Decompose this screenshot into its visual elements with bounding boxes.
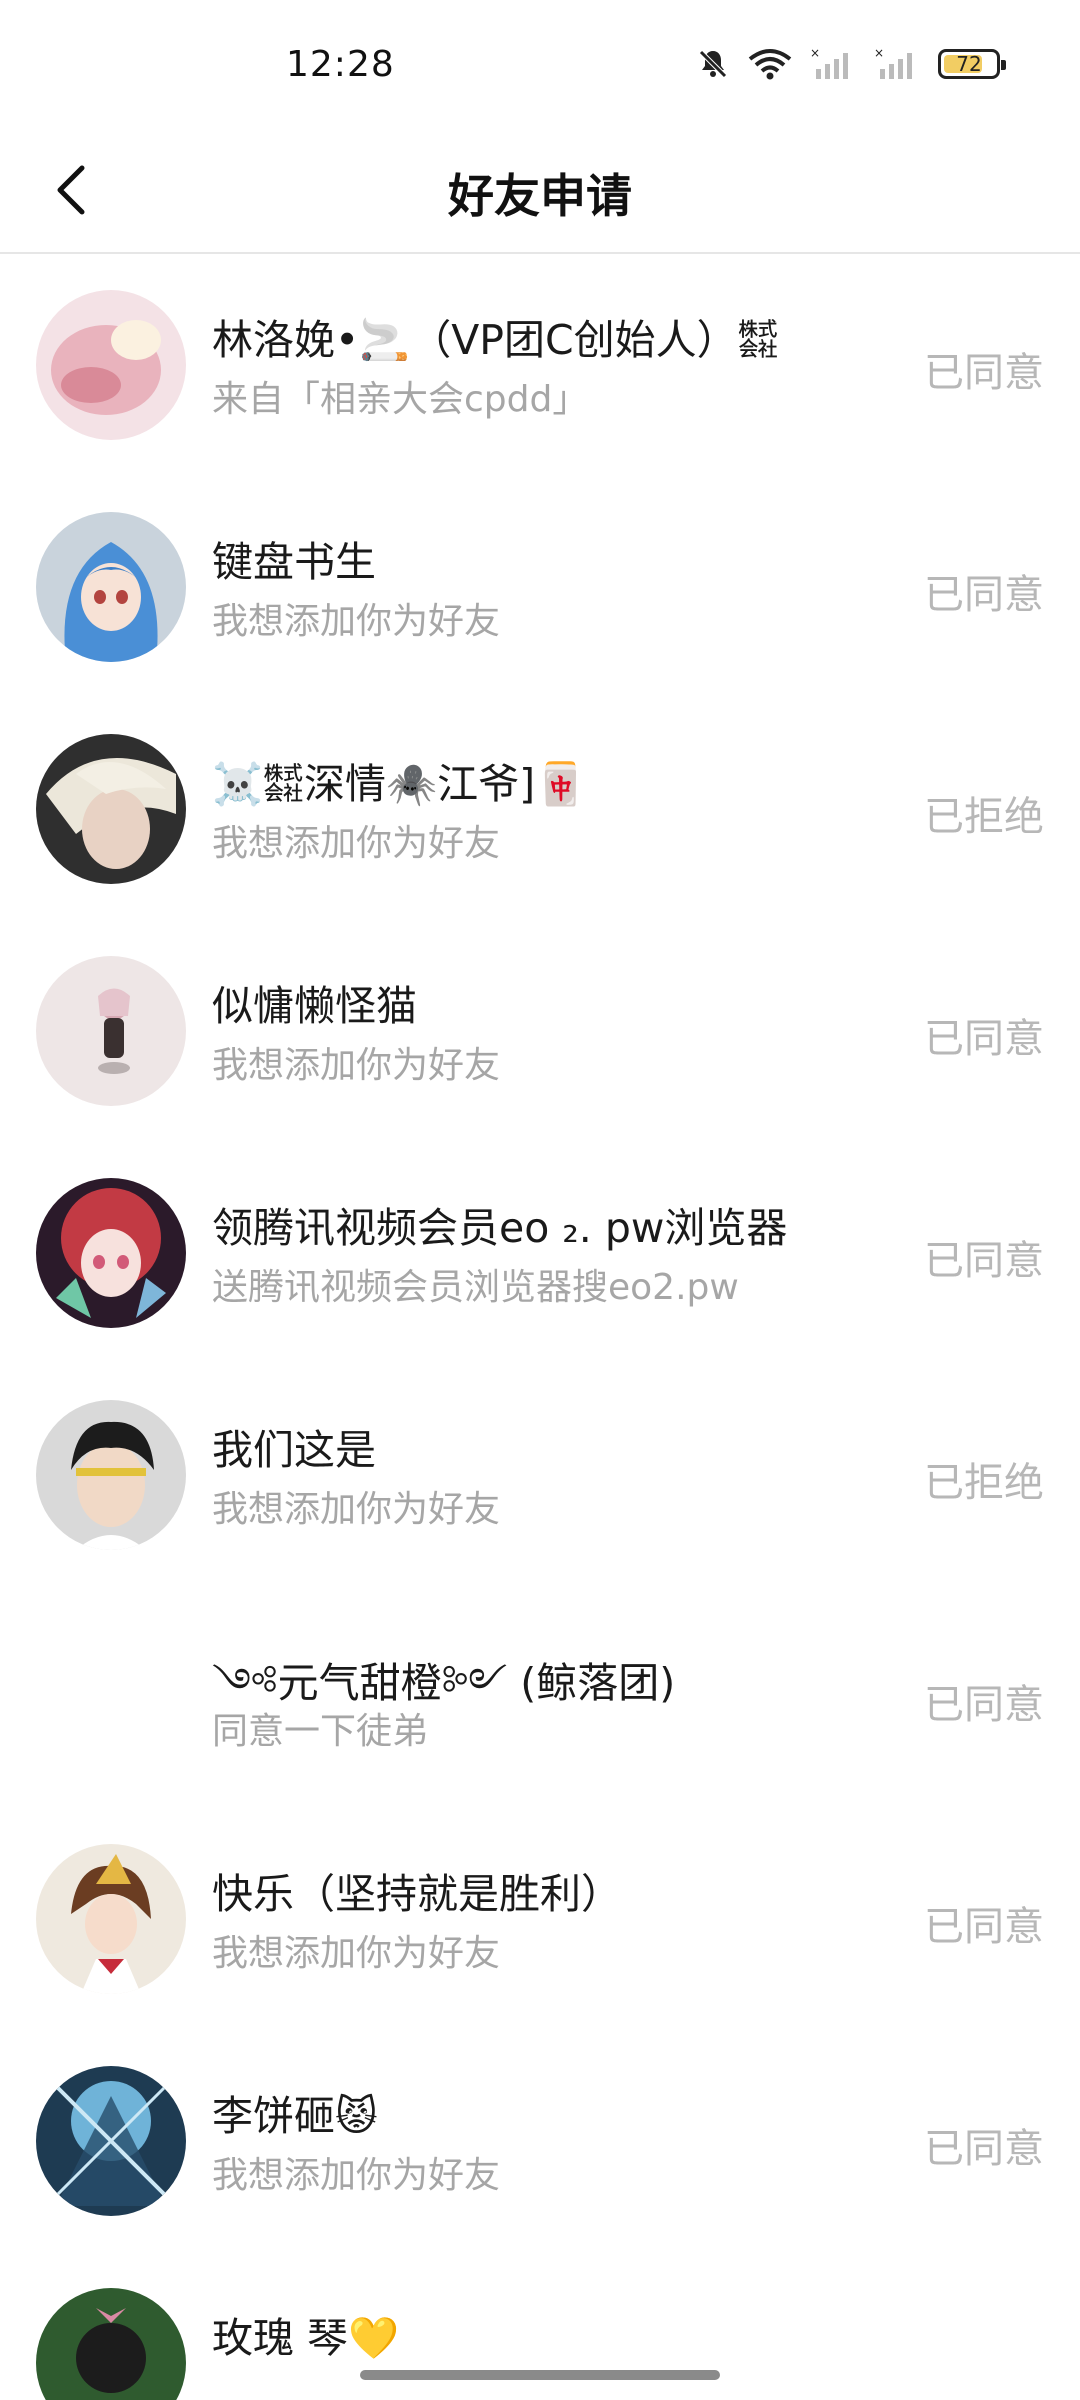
request-message: 同意一下徒弟 — [212, 1711, 429, 1752]
battery-level: 72 — [956, 52, 982, 76]
bell-muted-icon — [696, 47, 730, 81]
request-message: 我想添加你为好友 — [212, 2155, 501, 2196]
request-message: 我想添加你为好友 — [212, 601, 501, 642]
list-item[interactable]: 似慵懒怪猫 我想添加你为好友 已同意 — [0, 920, 1080, 1142]
list-item[interactable]: 键盘书生 我想添加你为好友 已同意 — [0, 476, 1080, 698]
battery-icon: 72 — [938, 49, 1006, 79]
avatar[interactable] — [36, 1400, 186, 1550]
avatar[interactable] — [36, 2288, 186, 2400]
avatar[interactable] — [36, 2066, 186, 2216]
requester-name: 玫瑰 琴💛 — [212, 2314, 400, 2362]
request-message: 我想添加你为好友 — [212, 823, 501, 864]
svg-text:×: × — [810, 47, 820, 60]
request-message: 来自「相亲大会cpdd」 — [212, 379, 589, 420]
avatar[interactable] — [36, 956, 186, 1106]
request-status: 已同意 — [924, 572, 1044, 618]
page-title: 好友申请 — [448, 169, 632, 223]
request-status: 已同意 — [924, 1238, 1044, 1284]
request-message: 我想添加你为好友 — [212, 1933, 501, 1974]
request-status: 已同意 — [924, 2126, 1044, 2172]
friend-requests-screen: 12:28 × × 72 好友申请 林洛娩•🚬（VP团C创始人）㍿ 来自「相亲大… — [0, 0, 1080, 2400]
list-item[interactable]: ༺元气甜橙༻ (鲸落团) 同意一下徒弟 已同意 — [0, 1586, 1080, 1808]
wifi-icon — [748, 47, 792, 81]
list-item[interactable]: 林洛娩•🚬（VP团C创始人）㍿ 来自「相亲大会cpdd」 已同意 — [0, 254, 1080, 476]
list-item[interactable]: 我们这是 我想添加你为好友 已拒绝 — [0, 1364, 1080, 1586]
home-indicator[interactable] — [360, 2370, 720, 2380]
request-message: 我想添加你为好友 — [212, 1045, 501, 1086]
avatar[interactable] — [36, 1178, 186, 1328]
request-status: 已拒绝 — [924, 1460, 1044, 1506]
app-header: 好友申请 — [0, 130, 1080, 254]
avatar[interactable] — [36, 290, 186, 440]
avatar[interactable] — [36, 1622, 186, 1772]
status-bar: 12:28 × × 72 — [0, 0, 1080, 130]
friend-request-list: 林洛娩•🚬（VP团C创始人）㍿ 来自「相亲大会cpdd」 已同意 键盘书生 我想… — [0, 254, 1080, 2400]
request-status: 已同意 — [924, 1904, 1044, 1950]
request-status: 已拒绝 — [924, 794, 1044, 840]
request-status: 已同意 — [924, 1016, 1044, 1062]
requester-name: 林洛娩•🚬（VP团C创始人）㍿ — [212, 316, 779, 364]
requester-name: 快乐（坚持就是胜利） — [212, 1870, 622, 1918]
requester-name: 领腾讯视频会员eo ₂. pw浏览器 — [212, 1204, 788, 1252]
status-time: 12:28 — [286, 44, 395, 85]
list-item[interactable]: 快乐（坚持就是胜利） 我想添加你为好友 已同意 — [0, 1808, 1080, 2030]
list-item[interactable]: 李饼砸😾 我想添加你为好友 已同意 — [0, 2030, 1080, 2252]
request-status: 已同意 — [924, 350, 1044, 396]
request-message: 我想添加你为好友 — [212, 1489, 501, 1530]
requester-name: 似慵懒怪猫 — [212, 982, 417, 1030]
status-icons: × × 72 — [696, 44, 1006, 84]
request-status: 已同意 — [924, 1682, 1044, 1728]
requester-name: ☠️㍿深情🕷️江爷]🀄 — [212, 760, 587, 808]
requester-name: 键盘书生 — [212, 538, 376, 586]
list-item[interactable]: 领腾讯视频会员eo ₂. pw浏览器 送腾讯视频会员浏览器搜eo2.pw 已同意 — [0, 1142, 1080, 1364]
requester-name: 我们这是 — [212, 1426, 376, 1474]
avatar[interactable] — [36, 512, 186, 662]
avatar[interactable] — [36, 734, 186, 884]
signal-icon: × — [810, 47, 856, 81]
requester-name: 李饼砸😾 — [212, 2092, 378, 2140]
list-item[interactable]: ☠️㍿深情🕷️江爷]🀄 我想添加你为好友 已拒绝 — [0, 698, 1080, 920]
request-message: 送腾讯视频会员浏览器搜eo2.pw — [212, 1267, 739, 1308]
svg-text:×: × — [874, 47, 884, 60]
signal-icon: × — [874, 47, 920, 81]
avatar[interactable] — [36, 1844, 186, 1994]
